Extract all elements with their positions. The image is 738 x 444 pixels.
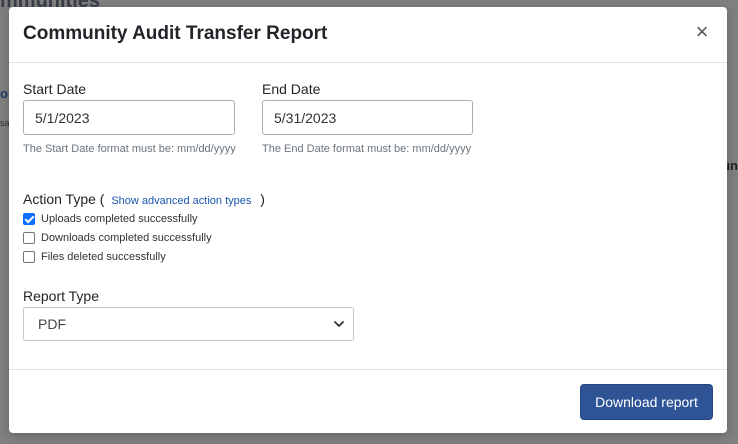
report-modal: Community Audit Transfer Report × Start … — [9, 7, 727, 433]
close-icon: × — [695, 19, 709, 44]
close-button[interactable]: × — [691, 21, 713, 43]
action-type-close-paren: ) — [260, 191, 265, 207]
start-date-label: Start Date — [23, 81, 87, 97]
modal-title: Community Audit Transfer Report — [23, 23, 328, 44]
deletes-checkbox-label: Files deleted successfully — [41, 251, 166, 263]
chevron-down-icon — [334, 321, 344, 327]
action-type-label-text: Action Type ( — [23, 191, 105, 207]
deletes-checkbox[interactable] — [23, 251, 35, 263]
downloads-checkbox[interactable] — [23, 232, 35, 244]
uploads-checkbox-label: Uploads completed successfully — [41, 213, 198, 225]
start-date-input[interactable] — [23, 100, 235, 135]
report-type-select[interactable]: PDF — [23, 307, 354, 341]
report-type-label: Report Type — [23, 288, 100, 304]
downloads-checkbox-row[interactable]: Downloads completed successfully — [23, 232, 212, 244]
deletes-checkbox-row[interactable]: Files deleted successfully — [23, 251, 166, 263]
action-type-label: Action Type ( Show advanced action types… — [23, 191, 265, 207]
downloads-checkbox-label: Downloads completed successfully — [41, 232, 212, 244]
modal-body: Start Date The Start Date format must be… — [9, 63, 727, 369]
modal-footer: Download report — [9, 369, 727, 433]
end-date-label: End Date — [262, 81, 321, 97]
modal-header: Community Audit Transfer Report × — [9, 7, 727, 63]
uploads-checkbox-row[interactable]: Uploads completed successfully — [23, 213, 198, 225]
start-date-help-text: The Start Date format must be: mm/dd/yyy… — [23, 143, 236, 155]
report-type-selected-value: PDF — [38, 316, 66, 332]
end-date-help-text: The End Date format must be: mm/dd/yyyy — [262, 143, 472, 155]
download-report-button[interactable]: Download report — [580, 384, 713, 420]
show-advanced-action-types-link[interactable]: Show advanced action types — [111, 195, 251, 207]
end-date-input[interactable] — [262, 100, 473, 135]
uploads-checkbox[interactable] — [23, 213, 35, 225]
